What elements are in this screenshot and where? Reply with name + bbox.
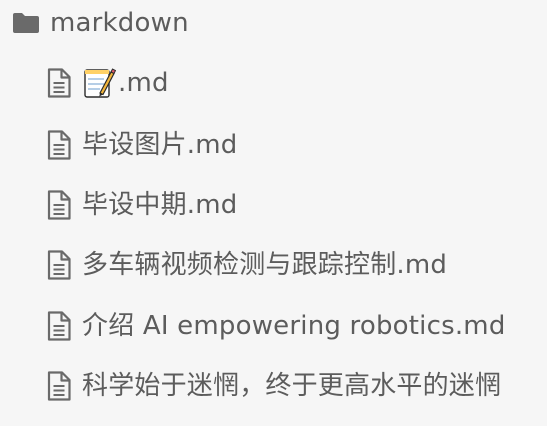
file-item[interactable]: 毕设中期.md — [46, 183, 238, 227]
folder-label: markdown — [50, 8, 189, 38]
document-icon — [47, 130, 71, 160]
file-label: .md — [118, 68, 169, 98]
file-item[interactable]: 科学始于迷惘，终于更高水平的迷惘 — [46, 364, 501, 408]
file-label: 多车辆视频检测与跟踪控制.md — [82, 250, 448, 280]
memo-emoji-icon — [84, 68, 116, 98]
folder-markdown[interactable]: markdown — [12, 1, 189, 45]
file-label: 科学始于迷惘，终于更高水平的迷惘 — [82, 371, 502, 401]
document-icon — [47, 371, 71, 401]
file-label: 毕设中期.md — [82, 190, 238, 220]
file-item[interactable]: 介绍 AI empowering robotics.md — [46, 304, 506, 348]
document-icon — [47, 311, 71, 341]
document-icon — [47, 190, 71, 220]
file-tree: markdown .md 毕设图片.md 毕设中期.md 多车辆视频检测与跟踪控… — [0, 0, 547, 426]
document-icon — [47, 250, 71, 280]
folder-icon — [13, 13, 39, 33]
file-item[interactable]: 毕设图片.md — [46, 123, 238, 167]
file-item[interactable]: 多车辆视频检测与跟踪控制.md — [46, 243, 447, 287]
file-item[interactable]: .md — [46, 61, 169, 105]
document-icon — [47, 68, 71, 98]
file-label: 毕设图片.md — [82, 130, 238, 160]
file-label: 介绍 AI empowering robotics.md — [82, 311, 506, 341]
